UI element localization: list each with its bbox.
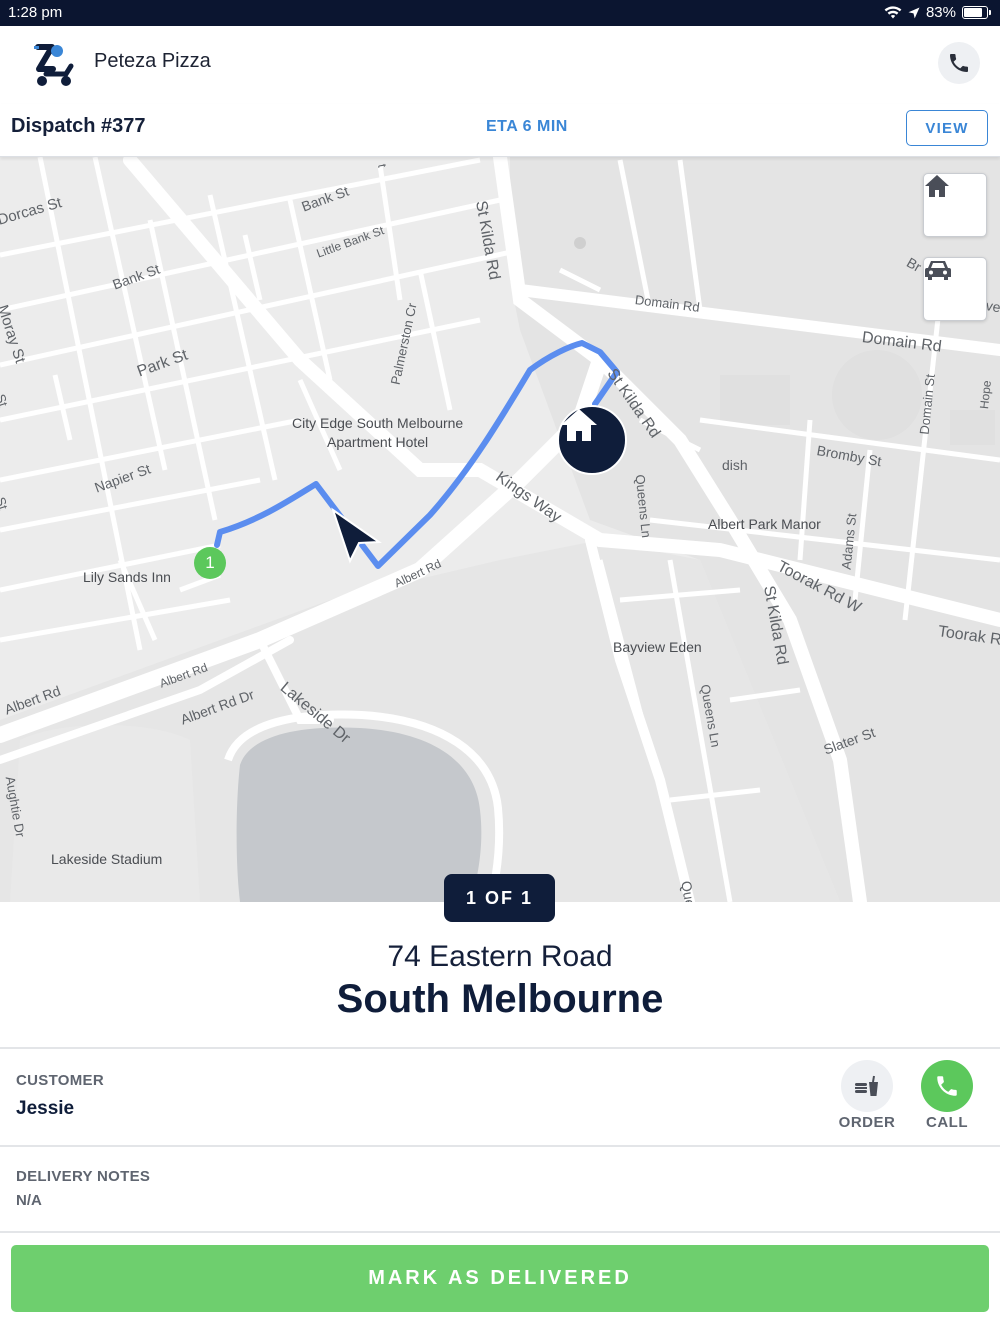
customer-label: CUSTOMER xyxy=(16,1072,104,1089)
app-logo xyxy=(34,44,74,86)
divider xyxy=(0,1231,1000,1233)
call-customer-button[interactable] xyxy=(921,1060,973,1112)
stop-marker-number: 1 xyxy=(205,553,215,572)
app-header: Peteza Pizza xyxy=(0,26,1000,104)
status-bar: 1:28 pm 83% xyxy=(0,0,1000,26)
app-name: Peteza Pizza xyxy=(94,50,211,72)
map-label-lakeside-stadium: Lakeside Stadium xyxy=(51,851,163,867)
home-icon xyxy=(925,175,949,197)
view-button[interactable]: VIEW xyxy=(906,110,988,146)
map-label-dish: dish xyxy=(722,457,748,473)
stop-pager[interactable]: 1 OF 1 xyxy=(444,874,555,922)
battery-icon xyxy=(962,6,991,19)
divider xyxy=(0,1047,1000,1049)
map-label-hope: Hope xyxy=(977,379,994,410)
address-street: 74 Eastern Road xyxy=(387,940,613,973)
food-icon xyxy=(855,1075,878,1096)
status-time: 1:28 pm xyxy=(8,4,63,21)
location-arrow-icon xyxy=(908,7,920,18)
map-label-lily-sands: Lily Sands Inn xyxy=(83,569,171,585)
phone-icon xyxy=(937,1076,957,1096)
mark-delivered-button[interactable]: MARK AS DELIVERED xyxy=(11,1245,989,1312)
dispatch-title: Dispatch #377 xyxy=(11,115,146,137)
wifi-icon xyxy=(884,6,902,19)
car-icon xyxy=(925,261,951,280)
battery-percent: 83% xyxy=(925,4,956,21)
address-suburb: South Melbourne xyxy=(336,977,664,1021)
call-store-button[interactable] xyxy=(938,42,980,84)
phone-icon xyxy=(950,54,968,72)
map-label-apartment-hotel: Apartment Hotel xyxy=(327,434,429,450)
delivery-notes-value: N/A xyxy=(16,1192,42,1209)
house-icon xyxy=(561,409,597,441)
order-label[interactable]: ORDER xyxy=(827,1114,907,1131)
customer-name: Jessie xyxy=(16,1098,75,1119)
driver-location-icon xyxy=(331,507,382,564)
call-label[interactable]: CALL xyxy=(907,1114,987,1131)
map-home-button[interactable] xyxy=(923,173,987,237)
map-label-city-edge: City Edge South Melbourne xyxy=(292,415,464,431)
dispatch-bar: Dispatch #377 ETA 6 MIN VIEW xyxy=(0,104,1000,157)
divider xyxy=(0,1145,1000,1147)
stop-marker[interactable]: 1 xyxy=(194,547,226,579)
eta-label: ETA 6 MIN xyxy=(486,118,568,135)
map-label-bayview-eden: Bayview Eden xyxy=(613,639,702,655)
map-label-albert-park-manor: Albert Park Manor xyxy=(708,516,821,532)
map[interactable]: Dorcas St Bank St Little Bank St Bank St… xyxy=(0,157,1000,902)
map-car-button[interactable] xyxy=(923,257,987,321)
destination-marker[interactable] xyxy=(557,405,627,475)
order-button[interactable] xyxy=(841,1060,893,1112)
delivery-notes-label: DELIVERY NOTES xyxy=(16,1168,151,1185)
